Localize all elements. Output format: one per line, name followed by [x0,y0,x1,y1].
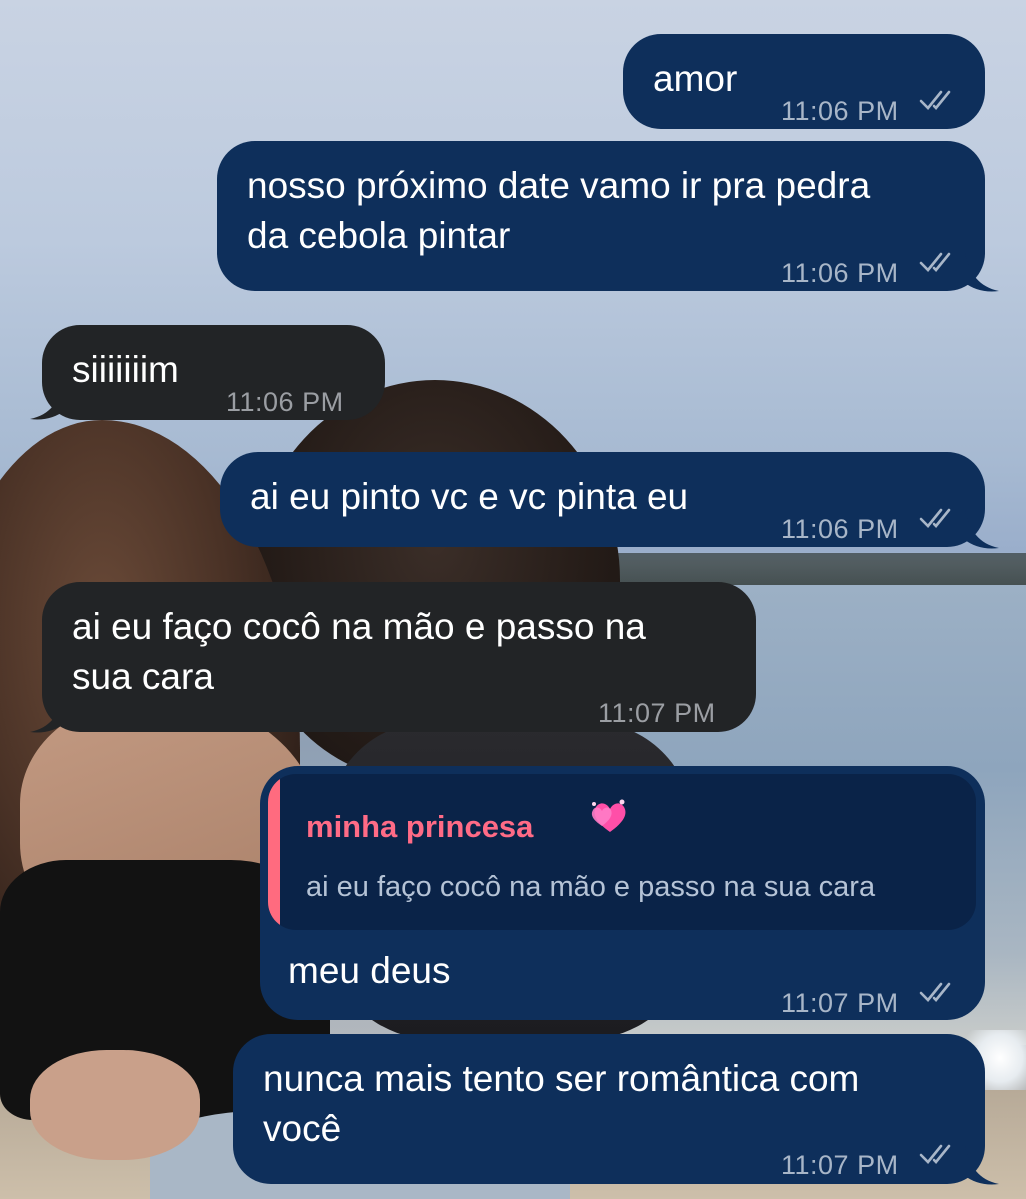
message-bubble-incoming[interactable]: siiiiiiim 11:06 PM [30,325,385,420]
message-text: amor [653,58,738,99]
message-bubble-outgoing[interactable]: amor 11:06 PM [623,34,985,129]
message-bubble-outgoing[interactable]: nunca mais tento ser romântica com você … [233,1034,999,1185]
message-bubble-outgoing[interactable]: ai eu pinto vc e vc pinta eu 11:06 PM [220,452,999,549]
bubble-tail [30,381,64,420]
double-check-icon [919,508,951,528]
message-bubble-incoming[interactable]: ai eu faço cocô na mão e passo na sua ca… [30,582,756,733]
reply-sender-name: minha princesa [306,809,534,844]
message-timestamp: 11:06 PM [781,514,899,544]
double-check-icon [919,1144,951,1164]
reply-quoted-text: ai eu faço cocô na mão e passo na sua ca… [306,871,876,903]
message-timestamp: 11:07 PM [598,698,716,728]
double-check-icon [919,982,951,1002]
message-timestamp: 11:07 PM [781,988,899,1018]
message-text: meu deus [288,950,451,991]
message-timestamp: 11:06 PM [226,387,344,417]
message-text: ai eu pinto vc e vc pinta eu [250,476,689,517]
bubble-tail [965,1146,999,1185]
bubble-tail [965,253,999,292]
message-timestamp: 11:06 PM [781,258,899,288]
sparkling-hearts-emoji-icon [591,799,626,832]
message-timestamp: 11:07 PM [781,1150,899,1180]
reply-accent-bar [268,774,280,930]
quoted-reply[interactable]: minha princesa ai eu faço cocô na mão e … [268,774,976,930]
message-text: nosso próximo date vamo ir pra pedra da … [247,165,871,256]
bubble-tail [30,694,64,733]
message-text: siiiiiiim [72,349,179,390]
message-text: nunca mais tento ser romântica com você [263,1058,860,1149]
message-bubble-outgoing[interactable]: nosso próximo date vamo ir pra pedra da … [217,141,999,292]
wallpaper-shoreline [590,553,1026,585]
message-text: ai eu faço cocô na mão e passo na sua ca… [72,606,646,697]
bubble-tail [965,510,999,549]
double-check-icon [919,252,951,272]
message-timestamp: 11:06 PM [781,96,899,126]
message-bubble-outgoing-reply[interactable]: minha princesa ai eu faço cocô na mão e … [260,766,985,1020]
double-check-icon [919,90,951,110]
wallpaper-hand [30,1050,200,1160]
